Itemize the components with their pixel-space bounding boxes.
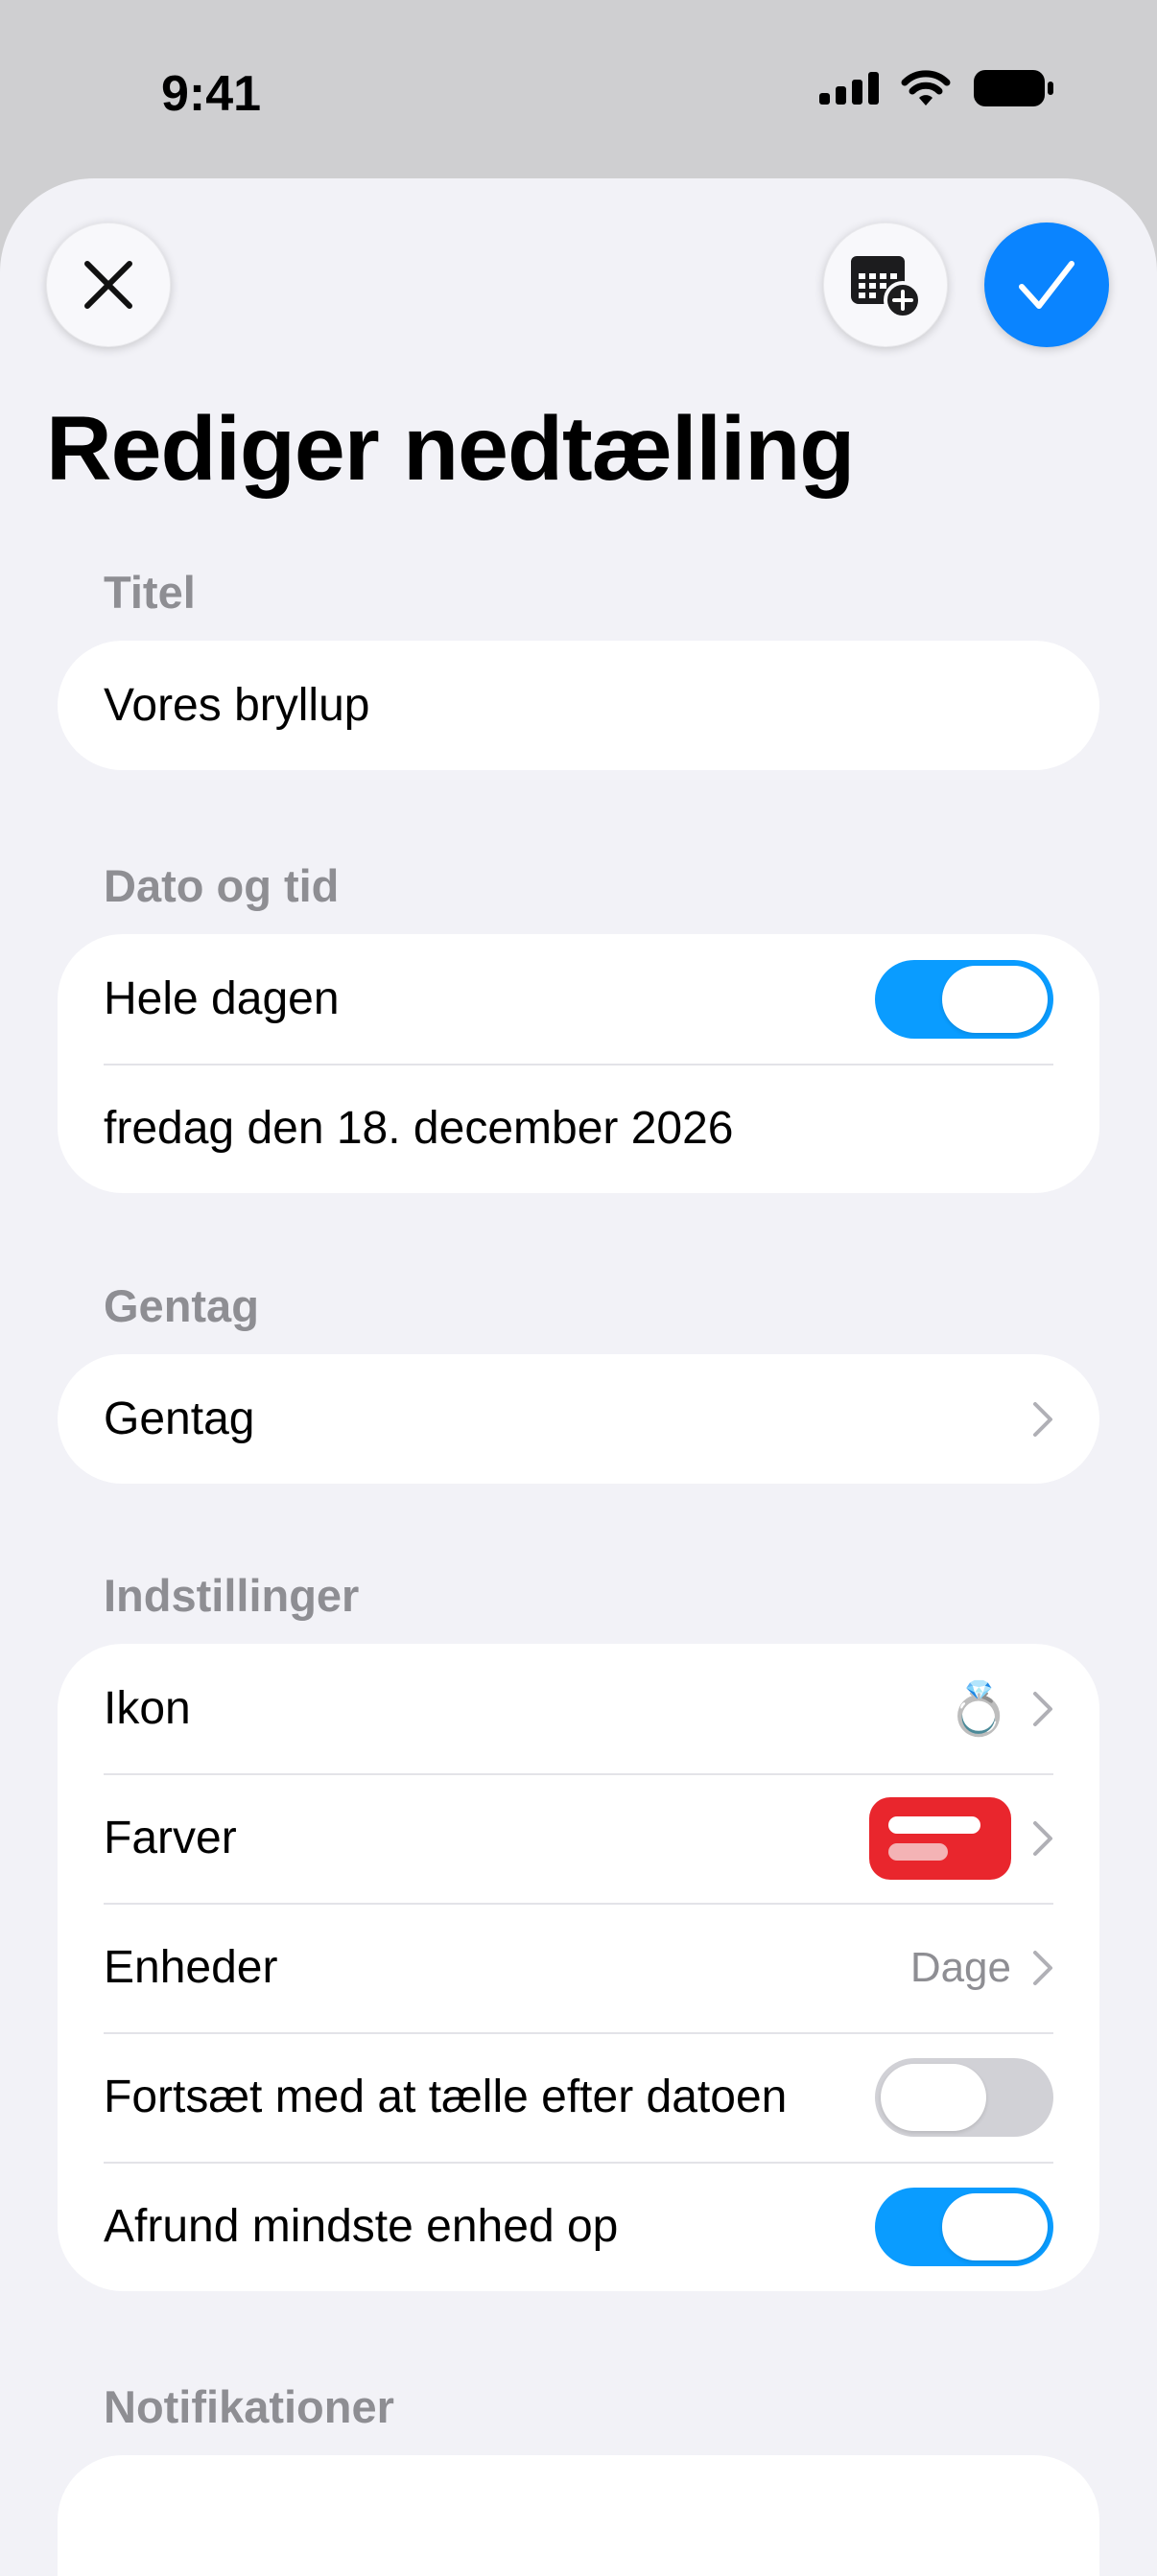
continue-counting-label: Fortsæt med at tælle efter datoen [104, 2072, 788, 2122]
all-day-label: Hele dagen [104, 973, 340, 1024]
checkmark-icon [1019, 261, 1074, 309]
toggle-knob [881, 2063, 986, 2131]
date-row[interactable]: fredag den 18. december 2026 [58, 1064, 1099, 1193]
units-value: Dage [909, 1943, 1011, 1991]
settings-card: Ikon 💍 Farver Enheder Dage Fortsæt med a… [58, 1644, 1099, 2291]
repeat-row[interactable]: Gentag [58, 1354, 1099, 1484]
ring-icon: 💍 [946, 1679, 1011, 1738]
toggle-knob [942, 2192, 1048, 2260]
title-input[interactable]: Vores bryllup [58, 641, 1099, 770]
icon-row[interactable]: Ikon 💍 [58, 1644, 1099, 1773]
title-input-value: Vores bryllup [104, 680, 370, 731]
status-bar: 9:41 [0, 0, 1157, 182]
colors-row[interactable]: Farver [58, 1773, 1099, 1903]
units-row-label: Enheder [104, 1942, 278, 1993]
section-label-notifications: Notifikationer [104, 2381, 394, 2432]
icon-row-label: Ikon [104, 1683, 191, 1734]
all-day-toggle[interactable] [875, 959, 1053, 1039]
status-icons [819, 69, 1053, 107]
calendar-add-icon [851, 256, 922, 319]
close-icon [84, 261, 132, 309]
colors-row-label: Farver [104, 1813, 237, 1863]
chevron-right-icon [1033, 1950, 1052, 1985]
all-day-row: Hele dagen [58, 934, 1099, 1064]
edit-countdown-sheet: Rediger nedtælling Titel Vores bryllup D… [0, 178, 1157, 2576]
section-label-settings: Indstillinger [104, 1570, 360, 1621]
battery-icon [974, 70, 1053, 106]
close-button[interactable] [46, 222, 171, 347]
confirm-button[interactable] [984, 222, 1109, 347]
section-label-date-time: Dato og tid [104, 860, 340, 911]
round-up-row: Afrund mindste enhed op [58, 2162, 1099, 2291]
wifi-icon [901, 70, 951, 105]
units-row[interactable]: Enheder Dage [58, 1903, 1099, 2032]
status-time: 9:41 [161, 66, 262, 122]
toggle-knob [942, 965, 1048, 1033]
repeat-card: Gentag [58, 1354, 1099, 1484]
repeat-row-label: Gentag [104, 1393, 255, 1444]
chevron-right-icon [1033, 1401, 1052, 1437]
section-label-repeat: Gentag [104, 1280, 259, 1331]
add-to-calendar-button[interactable] [823, 222, 948, 347]
chevron-right-icon [1033, 1691, 1052, 1726]
round-up-toggle[interactable] [875, 2187, 1053, 2266]
date-time-card: Hele dagen fredag den 18. december 2026 [58, 934, 1099, 1193]
page-title: Rediger nedtælling [46, 398, 855, 500]
notifications-card [58, 2455, 1099, 2576]
section-label-title: Titel [104, 567, 196, 618]
round-up-label: Afrund mindste enhed op [104, 2201, 619, 2252]
color-swatch [869, 1796, 1011, 1880]
signal-icon [819, 72, 879, 105]
continue-counting-row: Fortsæt med at tælle efter datoen [58, 2032, 1099, 2162]
continue-counting-toggle[interactable] [875, 2057, 1053, 2137]
title-card: Vores bryllup [58, 641, 1099, 770]
date-value: fredag den 18. december 2026 [104, 1103, 734, 1154]
chevron-right-icon [1033, 1820, 1052, 1856]
